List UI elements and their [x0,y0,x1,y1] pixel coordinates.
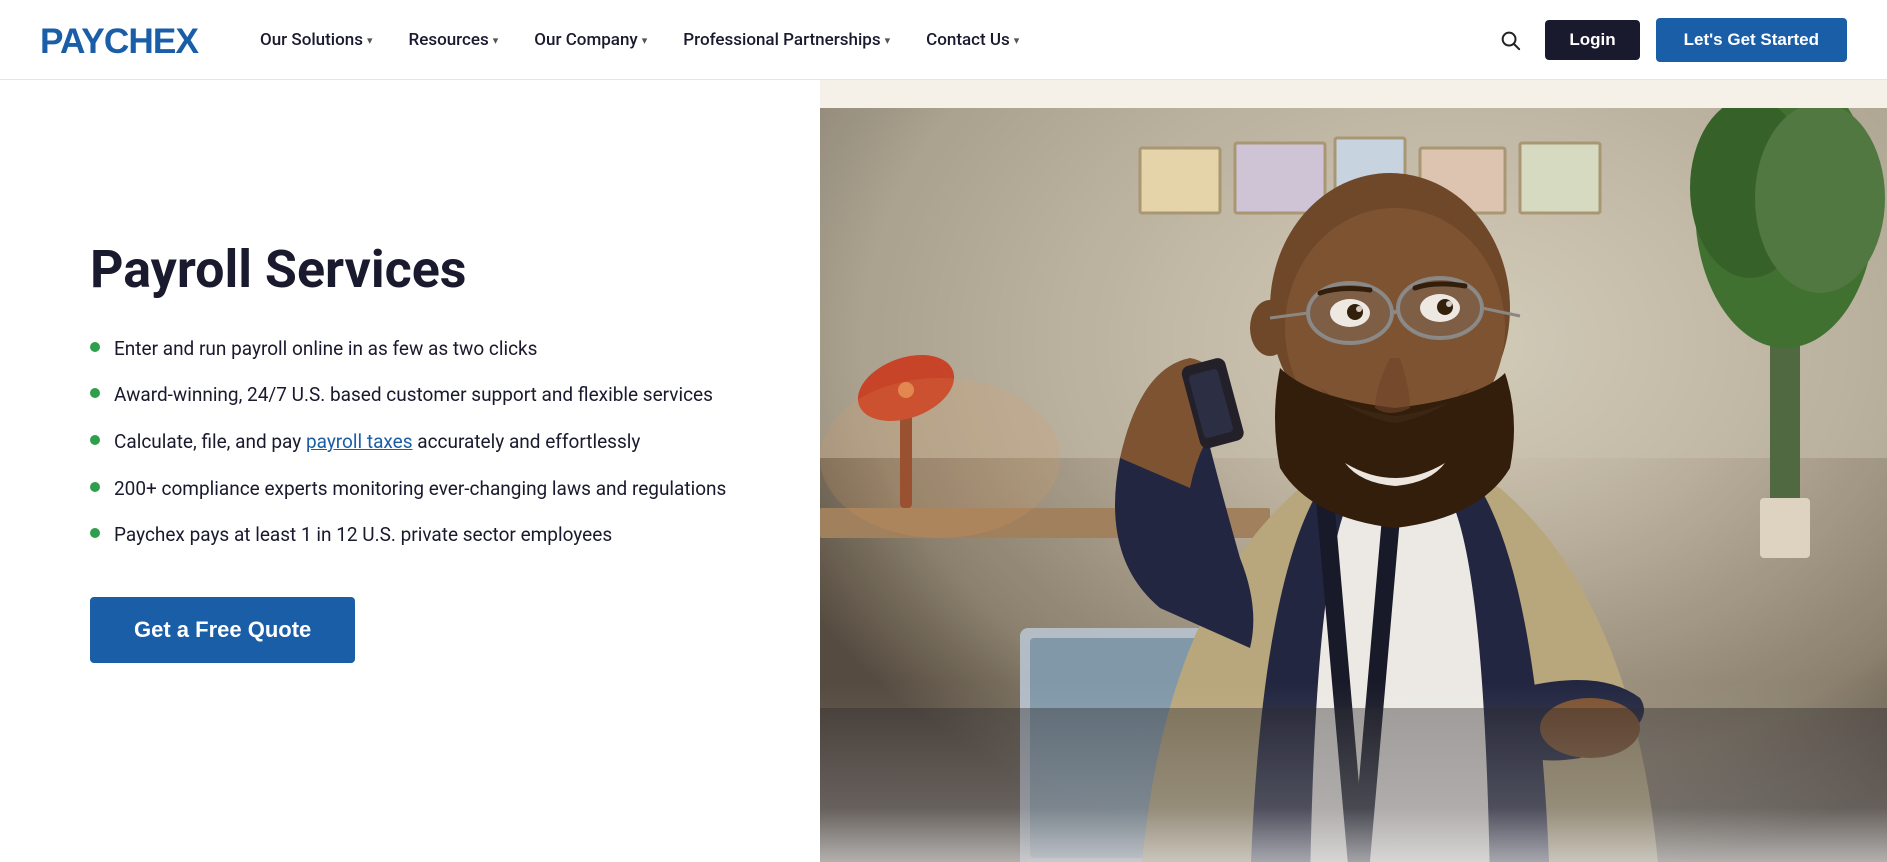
nav-item-our-solutions[interactable]: Our Solutions ▾ [246,22,387,58]
bullet-dot [90,388,100,398]
hero-photo [820,108,1887,862]
chevron-down-icon: ▾ [642,34,648,47]
feature-list: Enter and run payroll online in as few a… [90,336,760,549]
bullet-text: Enter and run payroll online in as few a… [114,336,537,363]
hero-image [820,80,1887,862]
nav-label-our-solutions: Our Solutions [260,30,363,50]
nav-label-resources: Resources [409,30,489,50]
site-header: PAYCHEX Our Solutions ▾ Resources ▾ Our … [0,0,1887,80]
hero-bottom-content [0,682,820,862]
nav-item-contact-us[interactable]: Contact Us ▾ [912,22,1033,58]
list-item: Paychex pays at least 1 in 12 U.S. priva… [90,522,760,549]
nav-item-resources[interactable]: Resources ▾ [395,22,513,58]
bullet-text: Paychex pays at least 1 in 12 U.S. priva… [114,522,612,549]
bullet-text: Award-winning, 24/7 U.S. based customer … [114,382,713,409]
chevron-down-icon: ▾ [885,34,891,47]
list-item: 200+ compliance experts monitoring ever-… [90,476,760,503]
main-nav: Our Solutions ▾ Resources ▾ Our Company … [246,22,1033,58]
header-right: Login Let's Get Started [1491,18,1847,62]
svg-text:PAYCHEX: PAYCHEX [40,22,200,61]
list-item: Award-winning, 24/7 U.S. based customer … [90,382,760,409]
bullet-dot [90,342,100,352]
search-button[interactable] [1491,21,1529,59]
nav-item-professional-partnerships[interactable]: Professional Partnerships ▾ [669,22,904,58]
list-item: Calculate, file, and pay payroll taxes a… [90,429,760,456]
nav-label-contact-us: Contact Us [926,30,1010,50]
header-left: PAYCHEX Our Solutions ▾ Resources ▾ Our … [40,18,1033,62]
chevron-down-icon: ▾ [1014,34,1020,47]
lets-get-started-button[interactable]: Let's Get Started [1656,18,1847,62]
nav-label-our-company: Our Company [534,30,637,50]
bullet-text: 200+ compliance experts monitoring ever-… [114,476,726,503]
chevron-down-icon: ▾ [367,34,373,47]
bullet-text: Calculate, file, and pay payroll taxes a… [114,429,640,456]
payroll-taxes-link[interactable]: payroll taxes [306,430,413,453]
bullet-dot [90,435,100,445]
logo[interactable]: PAYCHEX [40,18,216,62]
nav-item-our-company[interactable]: Our Company ▾ [520,22,661,58]
list-item: Enter and run payroll online in as few a… [90,336,760,363]
hero-section: Payroll Services Enter and run payroll o… [0,80,1887,862]
hero-title: Payroll Services [90,240,760,300]
nav-label-professional-partnerships: Professional Partnerships [683,30,880,50]
beige-strip [820,80,1887,108]
search-icon [1499,29,1521,51]
chevron-down-icon: ▾ [493,34,499,47]
login-button[interactable]: Login [1545,20,1639,60]
bullet-dot [90,482,100,492]
bullet-dot [90,528,100,538]
get-free-quote-button[interactable]: Get a Free Quote [90,597,355,663]
